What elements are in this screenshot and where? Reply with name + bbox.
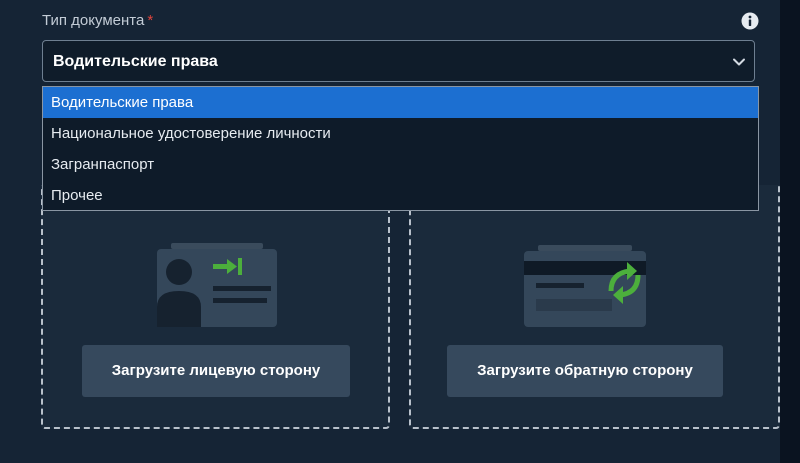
id-card-front-icon [157, 243, 277, 327]
upload-front-button[interactable]: Загрузите лицевую сторону [82, 345, 350, 397]
chevron-down-icon [733, 58, 745, 66]
id-card-back-icon [524, 245, 646, 327]
option-passport[interactable]: Загранпаспорт [43, 149, 758, 180]
page-edge [780, 0, 800, 463]
required-asterisk: * [147, 12, 154, 29]
document-form-panel: Тип документа * Водительские права Загруз… [0, 0, 780, 463]
front-side-upload-area[interactable]: Загрузите лицевую сторону [41, 185, 390, 429]
back-side-upload-area[interactable]: Загрузите обратную сторону [409, 185, 780, 429]
upload-back-button[interactable]: Загрузите обратную сторону [447, 345, 723, 397]
document-type-select[interactable]: Водительские права [42, 40, 755, 82]
option-national-id[interactable]: Национальное удостоверение личности [43, 118, 758, 149]
option-drivers-license[interactable]: Водительские права [43, 87, 758, 118]
document-type-dropdown: Водительские права Национальное удостове… [42, 86, 759, 211]
document-type-selected-value: Водительские права [53, 53, 218, 70]
info-icon[interactable] [741, 12, 759, 30]
option-other[interactable]: Прочее [43, 180, 758, 211]
document-type-label-text: Тип документа [42, 12, 145, 29]
document-type-label: Тип документа * [42, 12, 153, 29]
